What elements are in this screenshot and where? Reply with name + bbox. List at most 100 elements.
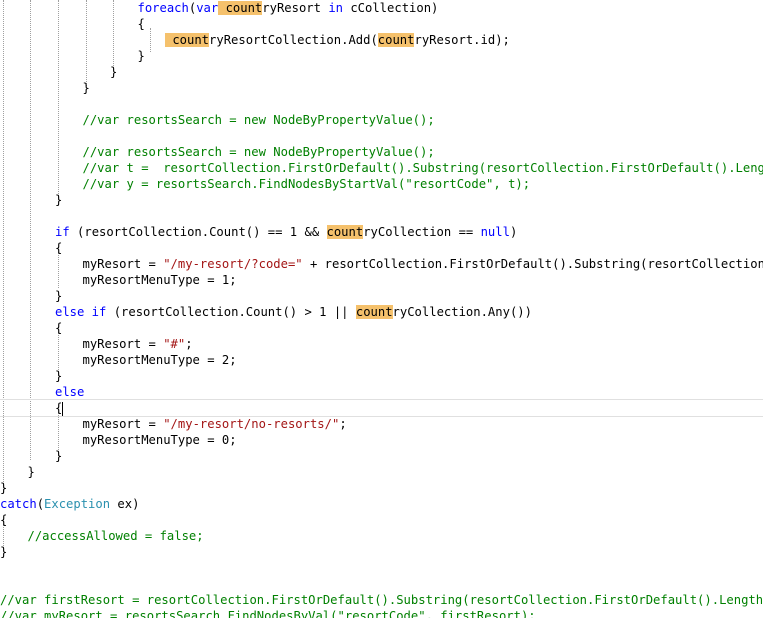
search-highlight: count [165,33,210,47]
code-token: //var myResort = resortsSearch.FindNodes… [0,609,536,618]
code-token: //accessAllowed = false; [27,529,204,543]
code-token: } [55,193,63,207]
code-token: else if [55,305,107,319]
indent-guide [86,0,87,86]
code-token: myResortMenuType = 1; [82,273,237,287]
code-line: } [55,448,62,464]
code-line: else if (resortCollection.Count() > 1 ||… [55,304,532,320]
code-token: //var firstResort = resortCollection.Fir… [0,593,763,607]
code-line: //var resortsSearch = new NodeByProperty… [83,112,435,128]
code-token: } [55,289,63,303]
code-token: myResort = [82,417,164,431]
code-line: } [0,480,7,496]
code-token: if [55,225,70,239]
code-token: } [0,545,8,559]
code-line: //var t = resortCollection.FirstOrDefaul… [83,160,763,176]
code-token: { [137,17,145,31]
code-token: myResort = [82,337,164,351]
code-line: { [55,240,62,256]
code-token: //var y = resortsSearch.FindNodesByStart… [82,177,531,191]
code-line: myResort = "#"; [83,336,193,352]
code-token: ryResort [262,1,329,15]
code-line: { [55,400,64,416]
code-token: null [480,225,510,239]
code-token: "#" [163,337,186,351]
current-line-highlight [0,399,763,417]
code-token: var [196,1,219,15]
code-token: //var resortsSearch = new NodeByProperty… [82,145,435,159]
code-token: { [55,241,63,255]
code-line: } [138,48,145,64]
code-line: if (resortCollection.Count() == 1 && cou… [55,224,517,240]
code-token: catch [0,497,37,511]
code-token: (resortCollection.Count() > 1 || [106,305,356,319]
code-line: { [0,512,7,528]
code-line: } [55,192,62,208]
code-editor[interactable]: foreach(var countryResort in cCollection… [0,0,763,618]
indent-guide [58,0,59,200]
code-token: //var t = resortCollection.FirstOrDefaul… [82,161,763,175]
code-token: } [82,81,90,95]
indent-guide [150,28,151,52]
code-token: ryResortCollection.Add( [209,33,378,47]
code-line: //var y = resortsSearch.FindNodesByStart… [83,176,531,192]
code-token: "/my-resort/?code=" [163,257,303,271]
code-token: "/my-resort/no-resorts/" [163,417,340,431]
code-token: ; [185,337,193,351]
code-token: //var resortsSearch = new NodeByProperty… [82,113,435,127]
code-line: { [55,320,62,336]
code-token: + resortCollection.FirstOrDefault().Subs… [302,257,763,271]
code-line: catch(Exception ex) [0,496,139,512]
code-token: } [0,481,8,495]
code-token: } [137,49,145,63]
code-token: { [55,401,63,415]
code-token: } [55,369,63,383]
code-token: } [27,465,35,479]
code-token: Exception [44,497,111,511]
indent-guide [113,0,114,70]
code-token: ryResort.id); [414,33,510,47]
code-token: ( [36,497,45,511]
code-token: ex) [110,497,140,511]
code-line: myResortMenuType = 1; [83,272,237,288]
code-line: //var myResort = resortsSearch.FindNodes… [0,608,536,618]
indent-guide [3,0,4,492]
code-line: } [83,80,90,96]
code-line: { [138,16,145,32]
code-token: (resortCollection.Count() == 1 && [69,225,327,239]
code-token: { [55,321,63,335]
code-line: myResortMenuType = 0; [83,432,237,448]
code-line: } [55,288,62,304]
search-highlight: count [355,305,393,319]
code-line: else [55,384,84,400]
code-token: cCollection) [343,1,439,15]
search-highlight: count [326,225,364,239]
code-line: } [110,64,117,80]
code-line: myResort = "/my-resort/?code=" + resortC… [83,256,763,272]
code-line: myResort = "/my-resort/no-resorts/"; [83,416,347,432]
search-highlight: count [377,33,415,47]
code-token: { [0,513,8,527]
code-line: } [28,464,35,480]
code-token: myResortMenuType = 0; [82,433,237,447]
code-token: in [328,1,343,15]
code-token: ; [339,417,347,431]
code-token: foreach [137,1,189,15]
code-token: } [110,65,118,79]
code-line: countryResortCollection.Add(countryResor… [165,32,510,48]
code-line: foreach(var countryResort in cCollection… [137,0,439,16]
code-token: ryCollection == [363,225,481,239]
code-line: //var firstResort = resortCollection.Fir… [0,592,763,608]
search-highlight: count [218,1,263,15]
indent-guide [30,0,31,460]
code-line: //accessAllowed = false; [28,528,204,544]
code-line: myResortMenuType = 2; [83,352,237,368]
code-token: else [55,385,85,399]
code-line: //var resortsSearch = new NodeByProperty… [83,144,435,160]
code-token: ryCollection.Any()) [392,305,532,319]
code-line: } [0,544,7,560]
code-token: myResortMenuType = 2; [82,353,237,367]
text-caret [62,401,64,416]
code-line: } [55,368,62,384]
code-token: ) [509,225,518,239]
